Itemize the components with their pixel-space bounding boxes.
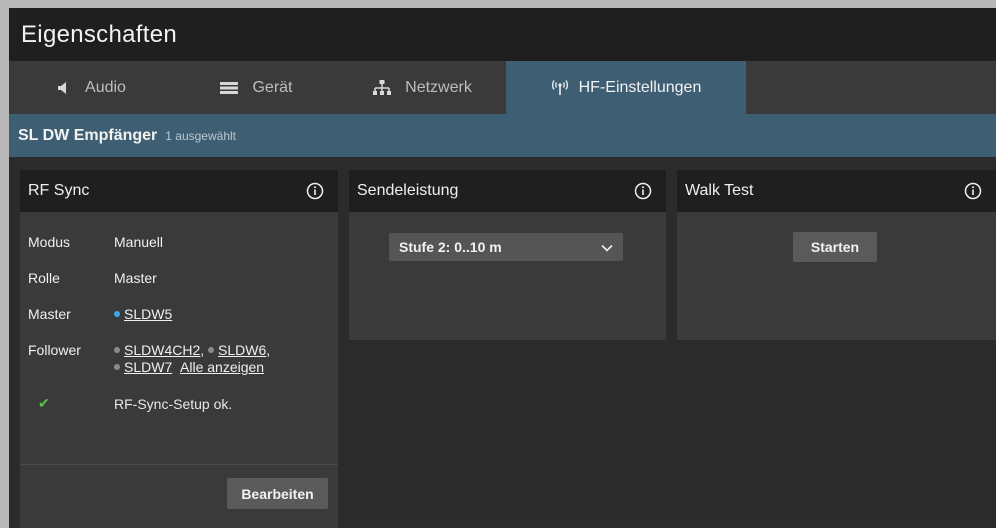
tab-bar: Audio Gerät Netzwerk HF-Einstellungen xyxy=(9,61,996,114)
sync-status: ✔ RF-Sync-Setup ok. xyxy=(20,395,338,412)
device-name: SL DW Empfänger xyxy=(18,126,158,144)
tab-rf-settings[interactable]: HF-Einstellungen xyxy=(506,61,746,114)
mode-row: Modus Manuell xyxy=(28,234,338,251)
rf-sync-card: RF Sync Modus Manuell Rolle Master Maste… xyxy=(20,170,338,528)
walk-test-card: Walk Test Starten xyxy=(677,170,996,340)
follower-link[interactable]: SLDW7 xyxy=(124,359,172,375)
follower-status-dot xyxy=(208,347,215,353)
mode-value: Manuell xyxy=(114,234,164,250)
transmit-power-header: Sendeleistung xyxy=(349,170,666,212)
role-value: Master xyxy=(114,270,157,286)
network-icon xyxy=(373,79,392,96)
master-device-link[interactable]: SLDW5 xyxy=(124,306,172,322)
antenna-icon xyxy=(551,79,569,96)
selection-count: 1 ausgewählt xyxy=(165,128,236,143)
tab-rf-settings-label: HF-Einstellungen xyxy=(578,78,702,96)
follower-status-dot xyxy=(114,347,120,353)
walk-test-header: Walk Test xyxy=(677,170,996,212)
master-status-dot xyxy=(114,311,120,317)
follower-status-dot xyxy=(114,364,120,370)
properties-window: Eigenschaften Audio Gerät Netzwerk HF-Ei… xyxy=(9,8,996,528)
sync-status-text: RF-Sync-Setup ok. xyxy=(114,395,233,412)
rf-sync-details: Modus Manuell Rolle Master Master SLDW5 … xyxy=(20,212,338,376)
role-row: Rolle Master xyxy=(28,270,338,287)
chevron-down-icon xyxy=(601,239,613,255)
follower-link[interactable]: SLDW6 xyxy=(218,342,266,358)
content-area: RF Sync Modus Manuell Rolle Master Maste… xyxy=(9,157,996,528)
info-icon[interactable] xyxy=(306,182,324,200)
device-header: SL DW Empfänger 1 ausgewählt xyxy=(9,114,996,157)
transmit-power-value: Stufe 2: 0..10 m xyxy=(399,239,502,255)
device-icon xyxy=(220,81,239,95)
transmit-power-title: Sendeleistung xyxy=(357,182,459,199)
rf-sync-footer: Bearbeiten xyxy=(20,464,338,528)
transmit-power-card: Sendeleistung Stufe 2: 0..10 m xyxy=(349,170,666,340)
show-all-link[interactable]: Alle anzeigen xyxy=(180,359,264,375)
check-icon: ✔ xyxy=(38,395,50,411)
tab-network-label: Netzwerk xyxy=(405,78,472,96)
tab-audio[interactable]: Audio xyxy=(9,61,174,114)
info-icon[interactable] xyxy=(634,182,652,200)
speaker-icon xyxy=(57,81,71,95)
tab-device-label: Gerät xyxy=(252,78,293,96)
follower-link[interactable]: SLDW4CH2 xyxy=(124,342,200,358)
tab-device[interactable]: Gerät xyxy=(174,61,339,114)
follower-label: Follower xyxy=(28,342,81,358)
edit-button[interactable]: Bearbeiten xyxy=(227,478,328,509)
tab-audio-label: Audio xyxy=(85,78,126,96)
mode-label: Modus xyxy=(28,234,71,250)
walk-test-title: Walk Test xyxy=(685,182,754,199)
info-icon[interactable] xyxy=(964,182,982,200)
follower-row: Follower SLDW4CH2, SLDW6, SLDW7 Alle anz… xyxy=(28,342,271,375)
title-bar: Eigenschaften xyxy=(9,8,996,61)
transmit-power-select[interactable]: Stufe 2: 0..10 m xyxy=(389,233,623,261)
start-button[interactable]: Starten xyxy=(793,232,877,262)
master-row: Master SLDW5 xyxy=(28,306,338,323)
role-label: Rolle xyxy=(28,270,60,286)
window-title: Eigenschaften xyxy=(21,20,178,48)
rf-sync-header: RF Sync xyxy=(20,170,338,212)
tab-network[interactable]: Netzwerk xyxy=(339,61,506,114)
rf-sync-title: RF Sync xyxy=(28,182,90,199)
master-label: Master xyxy=(28,306,71,322)
